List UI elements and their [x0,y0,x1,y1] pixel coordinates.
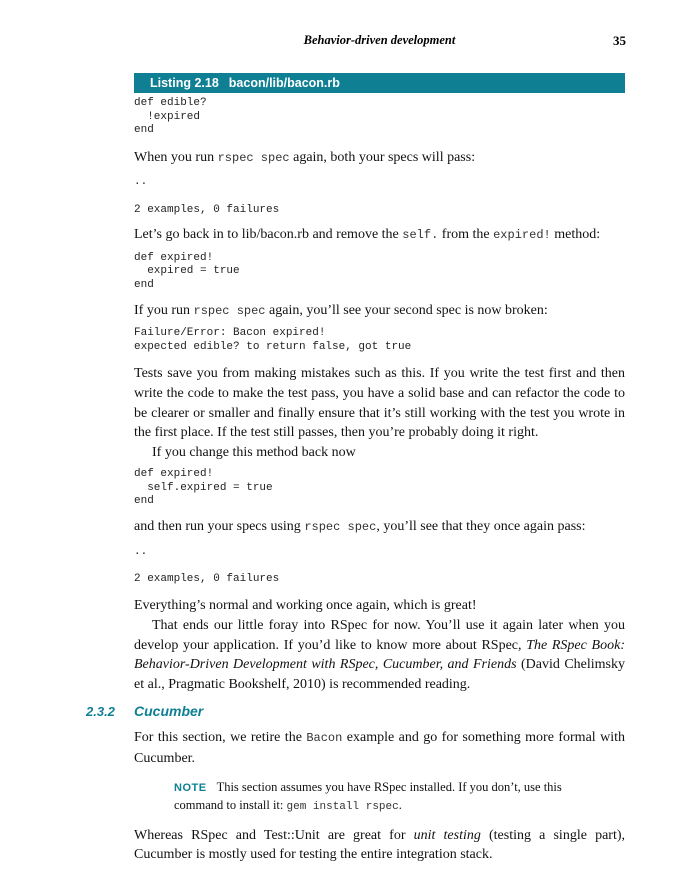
paragraph-tests-save: Tests save you from making mistakes such… [134,366,625,441]
paragraph-change-back: If you change this method back now [152,444,356,460]
section-number: 2.3.2 [86,704,115,720]
section-title: Cucumber [134,703,204,720]
inline-code: rspec spec [217,150,290,165]
listing-label: Listing 2.18 [150,76,219,90]
page-body: def edible? !expired end When you run rs… [86,97,625,865]
note-box: NOTE This section assumes you have RSpec … [174,779,562,813]
paragraph-rspec-book: That ends our little foray into RSpec fo… [134,618,625,692]
page-number: 35 [613,33,626,48]
code-expired-fixed: def expired! self.expired = true end [134,468,273,508]
paragraph-spec-broken: If you run rspec spec again, you’ll see … [134,302,548,318]
spec-output-pass-again: .. 2 examples, 0 failures [134,545,280,585]
running-title: Behavior-driven development [303,33,456,47]
inline-code: gem install rspec [286,800,399,813]
note-label: NOTE [174,781,207,794]
book-page: Behavior-driven development 35 Listing 2… [0,0,700,878]
paragraph-cucumber-integration: Whereas RSpec and Test::Unit are great f… [134,827,625,863]
listing-caption-bar: Listing 2.18 bacon/lib/bacon.rb [134,73,625,93]
listing-filename: bacon/lib/bacon.rb [228,76,340,90]
paragraph-normal: Everything’s normal and working once aga… [134,598,477,614]
spec-output-failure: Failure/Error: Bacon expired! expected e… [134,327,412,353]
paragraph-remove-self: Let’s go back in to lib/bacon.rb and rem… [134,227,601,243]
inline-code: self. [402,228,439,243]
spec-output-pass: .. 2 examples, 0 failures [134,176,280,216]
inline-code: rspec spec [193,303,266,318]
paragraph-run-again: and then run your specs using rspec spec… [134,519,586,535]
inline-code: Bacon [306,731,343,746]
running-header: Behavior-driven development 35 [133,33,626,51]
section-heading: 2.3.2 Cucumber [86,702,625,724]
inline-code: expired! [493,228,551,243]
paragraph-cucumber-intro: For this section, we retire the Bacon ex… [134,730,625,766]
inline-code: rspec spec [304,520,377,535]
paragraph-run-spec: When you run rspec spec again, both your… [134,149,476,165]
listing-code: def edible? !expired end [134,97,207,137]
emphasis: unit testing [413,827,481,843]
code-expired-broken: def expired! expired = true end [134,251,240,291]
